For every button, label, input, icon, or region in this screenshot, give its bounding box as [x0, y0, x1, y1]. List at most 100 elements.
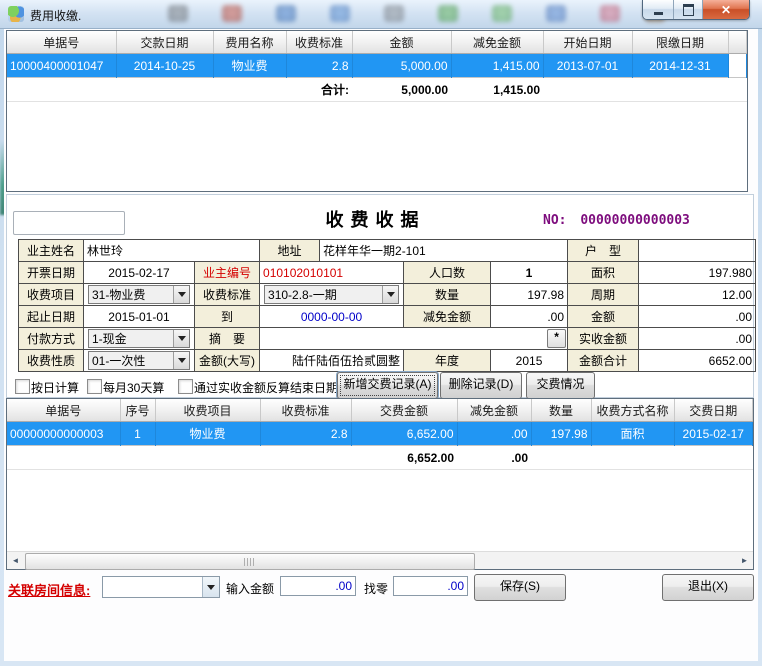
- total-row: 6,652.00 .00: [7, 446, 753, 470]
- app-icon: [8, 6, 24, 22]
- room-info-select[interactable]: [102, 576, 220, 598]
- background-icon-blur: [384, 5, 404, 22]
- address-label: 地址: [260, 240, 320, 262]
- period-field[interactable]: 12.00: [639, 284, 756, 306]
- background-icon-blur: [600, 5, 620, 22]
- save-button[interactable]: 保存(S): [474, 574, 566, 601]
- due-fees-grid: 单据号 交款日期 费用名称 收费标准 金额 减免金额 开始日期 限缴日期 100…: [6, 30, 748, 192]
- scrollbar-thumb[interactable]: [25, 553, 475, 570]
- address-field[interactable]: 花样年华一期2-101: [320, 240, 568, 262]
- total-reduction: 1,415.00: [451, 78, 543, 102]
- background-icon-blur: [276, 5, 296, 22]
- owner-no-field[interactable]: 010102010101: [260, 262, 404, 284]
- house-type-field[interactable]: [639, 240, 756, 262]
- table-row[interactable]: 00000000000003 1 物业费 2.8 6,652.00 .00 19…: [7, 422, 753, 446]
- population-field[interactable]: 1: [491, 262, 568, 284]
- fee-item-select[interactable]: 31-物业费: [88, 285, 190, 304]
- total-label: 合计:: [286, 78, 352, 102]
- owner-name-label: 业主姓名: [19, 240, 84, 262]
- daily-calc-label: 按日计算: [31, 379, 79, 396]
- date-from-field[interactable]: 2015-01-01: [84, 306, 195, 328]
- area-field[interactable]: 197.980: [639, 262, 756, 284]
- background-icon-blur: [438, 5, 458, 22]
- summary-field[interactable]: *: [260, 328, 568, 350]
- year-field[interactable]: 2015: [491, 350, 568, 372]
- scrollbar-grip-icon: [244, 558, 256, 566]
- receipt-no-label: NO:: [543, 213, 566, 228]
- exit-button[interactable]: 退出(X): [662, 574, 754, 601]
- background-icon-blur: [492, 5, 512, 22]
- payment-records-grid: 单据号 序号 收费项目 收费标准 交费金额 减免金额 数量 收费方式名称 交费日…: [6, 398, 754, 570]
- background-icon-blur: [168, 5, 188, 22]
- total-amount: 5,000.00: [352, 78, 451, 102]
- column-header: 收费项目: [155, 399, 260, 422]
- table-header-row: 单据号 序号 收费项目 收费标准 交费金额 减免金额 数量 收费方式名称 交费日…: [7, 399, 753, 422]
- total-row: 合计: 5,000.00 1,415.00: [7, 78, 747, 102]
- column-header: 限缴日期: [632, 31, 728, 54]
- fee-item-value: 31-物业费: [92, 286, 145, 303]
- reduction-field[interactable]: .00: [491, 306, 568, 328]
- title-bar[interactable]: 费用收缴. ✕: [0, 0, 762, 29]
- chevron-down-icon[interactable]: [202, 577, 219, 597]
- year-label: 年度: [404, 350, 491, 372]
- payment-records-table: 单据号 序号 收费项目 收费标准 交费金额 减免金额 数量 收费方式名称 交费日…: [7, 399, 753, 470]
- background-icon-blur: [330, 5, 350, 22]
- close-button[interactable]: ✕: [703, 0, 749, 19]
- actual-amount-field[interactable]: .00: [639, 328, 756, 350]
- fee-nature-select[interactable]: 01-一次性: [88, 351, 190, 370]
- column-header: 数量: [531, 399, 591, 422]
- reduction-label: 减免金额: [404, 306, 491, 328]
- chevron-down-icon[interactable]: [382, 286, 398, 303]
- horizontal-scrollbar[interactable]: ◄ ►: [7, 551, 753, 569]
- daily-calc-checkbox[interactable]: [15, 379, 30, 394]
- column-header: 交费金额: [351, 399, 457, 422]
- fee-standard-label: 收费标准: [195, 284, 260, 306]
- maximize-icon: [683, 4, 694, 16]
- scroll-left-icon[interactable]: ◄: [7, 552, 24, 569]
- owner-name-field[interactable]: 林世玲: [84, 240, 260, 262]
- column-header: 交款日期: [116, 31, 213, 54]
- minimize-icon: [654, 12, 663, 15]
- chevron-down-icon[interactable]: [173, 352, 189, 369]
- back-calc-label: 通过实收金额反算结束日期: [194, 379, 338, 396]
- amount-field[interactable]: .00: [639, 306, 756, 328]
- fee-item-label: 收费项目: [19, 284, 84, 306]
- fee-standard-select[interactable]: 310-2.8-一期: [264, 285, 399, 304]
- invoice-date-field[interactable]: 2015-02-17: [84, 262, 195, 284]
- input-amount-field[interactable]: [280, 576, 356, 596]
- chevron-down-icon[interactable]: [173, 286, 189, 303]
- background-icon-blur: [546, 5, 566, 22]
- asterisk-button[interactable]: *: [547, 329, 566, 348]
- total-pay: 6,652.00: [351, 446, 457, 470]
- date-to-field[interactable]: 0000-00-00: [260, 306, 404, 328]
- change-field[interactable]: [393, 576, 468, 596]
- chevron-down-icon[interactable]: [173, 330, 189, 347]
- delete-record-button[interactable]: 删除记录(D): [440, 372, 522, 399]
- payment-status-button[interactable]: 交费情况: [526, 372, 595, 399]
- sum-field: 6652.00: [639, 350, 756, 372]
- fee-nature-label: 收费性质: [19, 350, 84, 372]
- sum-label: 金额合计: [568, 350, 639, 372]
- column-header: 序号: [120, 399, 155, 422]
- minimize-button[interactable]: [643, 0, 674, 19]
- scroll-right-icon[interactable]: ►: [736, 552, 753, 569]
- add-record-button[interactable]: 新增交费记录(A): [337, 372, 438, 399]
- pay-method-label: 付款方式: [19, 328, 84, 350]
- receipt-panel: 收费收据 NO: 00000000000003 业主姓名 林世玲 地址 花样年华…: [6, 194, 754, 398]
- column-header: 收费方式名称: [591, 399, 674, 422]
- column-header: 减免金额: [451, 31, 543, 54]
- table-row[interactable]: 10000400001047 2014-10-25 物业费 2.8 5,000.…: [7, 54, 747, 78]
- quantity-label: 数量: [404, 284, 491, 306]
- month30-checkbox[interactable]: [87, 379, 102, 394]
- pay-method-select[interactable]: 1-现金: [88, 329, 190, 348]
- back-calc-checkbox[interactable]: [178, 379, 193, 394]
- month30-label: 每月30天算: [103, 379, 164, 396]
- amount-words-label: 金额(大写): [195, 350, 260, 372]
- column-header: 单据号: [7, 399, 120, 422]
- column-header: 金额: [352, 31, 451, 54]
- quantity-field[interactable]: 197.98: [491, 284, 568, 306]
- fee-standard-value: 310-2.8-一期: [268, 286, 337, 303]
- fee-nature-value: 01-一次性: [92, 352, 145, 369]
- period-label: 周期: [568, 284, 639, 306]
- maximize-button[interactable]: [674, 0, 703, 19]
